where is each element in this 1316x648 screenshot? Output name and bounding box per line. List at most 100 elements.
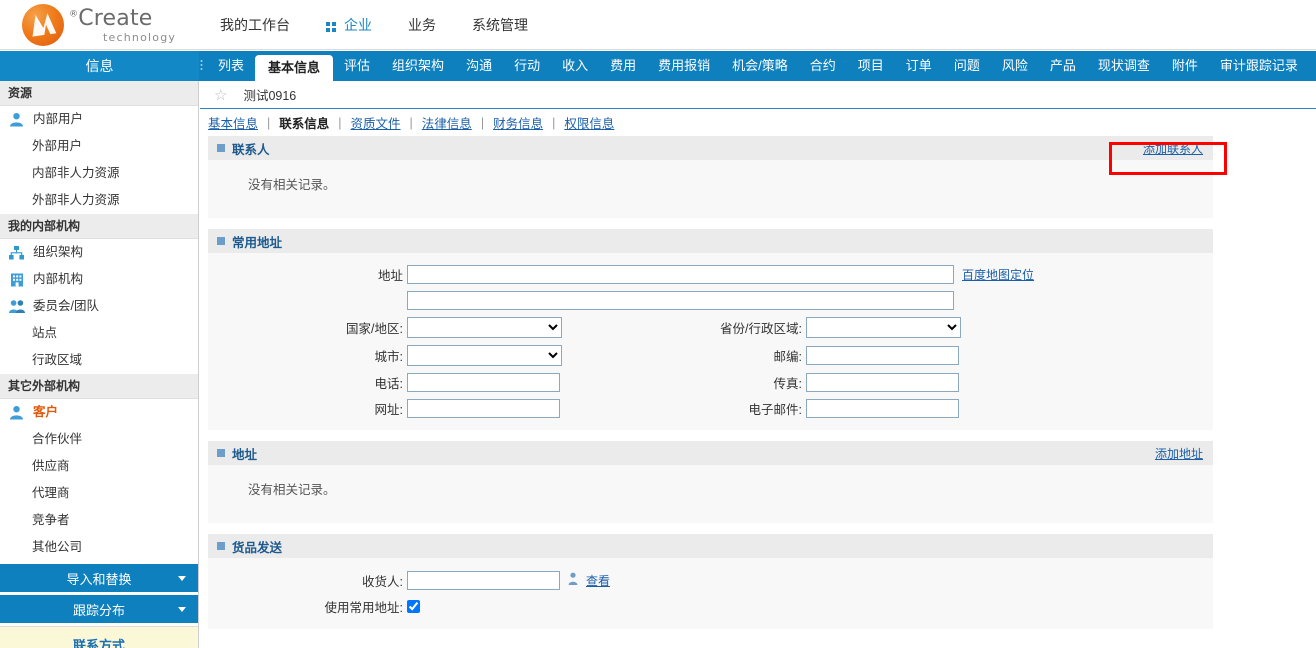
sidebar-item-0-2[interactable]: 内部非人力资源 [0,160,198,187]
module-tab-18[interactable]: 审计跟踪记录 [1209,51,1309,81]
sidebar-footer-partial[interactable]: 联系方式 [0,626,198,648]
module-tab-label: 项目 [857,58,884,73]
use-common-address-checkbox[interactable] [407,600,420,613]
module-tab-8[interactable]: 费用报销 [647,51,721,81]
module-tab-5[interactable]: 行动 [503,51,551,81]
sidebar-item-2-1[interactable]: 合作伙伴 [0,426,198,453]
module-tab-label: 产品 [1049,58,1076,73]
sidebar-item-1-4[interactable]: 行政区域 [0,347,198,374]
contacts-panel-header: 联系人 添加联系人 [208,136,1213,160]
sidebar-item-label: 组织架构 [33,245,84,259]
sidebar-item-2-0[interactable]: 客户 [0,399,198,426]
module-tab-1[interactable]: 基本信息 [255,55,334,81]
star-icon[interactable]: ☆ [214,86,227,104]
module-tab-2[interactable]: 评估 [333,51,381,81]
subtab-label: 财务信息 [493,117,544,131]
country-select[interactable] [407,317,562,338]
sidebar-item-2-4[interactable]: 竞争者 [0,507,198,534]
phone-label: 电话: [374,377,403,391]
sidebar-item-2-2[interactable]: 供应商 [0,453,198,480]
left-sidebar: 资源 内部用户 外部用户 内部非人力资源 外部非人力资源 我的内部机构 组织架构 内部机构 委员… [0,81,199,648]
recipient-input[interactable] [407,571,560,590]
person-picker-icon[interactable] [568,572,578,589]
view-recipient-link[interactable]: 查看 [586,572,610,589]
sidebar-item-0-1[interactable]: 外部用户 [0,133,198,160]
zip-input[interactable] [806,346,959,365]
module-tab-7[interactable]: 费用 [599,51,647,81]
add-address-link[interactable]: 添加地址 [1155,445,1203,462]
module-tab-14[interactable]: 风险 [991,51,1039,81]
sidebar-button-0[interactable]: 导入和替换 [0,564,198,592]
sidebar-group-2: 其它外部机构 [0,374,198,399]
module-tab-label: 机会/策略 [732,58,788,73]
module-tab-bar: 信息 列表 基本信息 评估 组织架构 沟通 行动 收入 费用 费用报销 机会/策略 合约 项目 订单 问题… [0,51,1316,81]
panel-bullet-icon [217,237,225,245]
subtab-4[interactable]: 财务信息 [493,113,543,132]
module-tab-3[interactable]: 组织架构 [381,51,455,81]
module-tab-10[interactable]: 合约 [799,51,847,81]
chevron-down-icon [178,576,186,581]
phone-fax-row: 电话: 传真: [208,373,1213,392]
module-tab-13[interactable]: 问题 [943,51,991,81]
fax-input[interactable] [806,373,959,392]
website-input[interactable] [407,399,560,418]
recipient-row: 收货人: 查看 [208,571,1213,590]
module-tab-label: 评估 [344,58,371,73]
address-line2-input[interactable] [407,291,954,310]
module-tab-16[interactable]: 现状调查 [1087,51,1161,81]
page-title: 测试0916 [243,89,297,103]
sidebar-item-1-2[interactable]: 委员会/团队 [0,293,198,320]
subtab-1[interactable]: 联系信息 [279,113,329,132]
zip-label: 邮编: [773,350,802,364]
city-zip-row: 城市: 邮编: [208,345,1213,366]
module-tab-15[interactable]: 产品 [1039,51,1087,81]
sidebar-item-2-5[interactable]: 其他公司 [0,534,198,561]
module-tab-17[interactable]: 附件 [1161,51,1209,81]
nav-item-system-admin[interactable]: 系统管理 [472,15,528,35]
module-tab-6[interactable]: 收入 [551,51,599,81]
shipping-panel-title: 货品发送 [232,540,283,555]
logo-mark-icon [22,4,64,46]
logo-registered-mark: ® [69,9,79,20]
panel-resize-grip[interactable] [200,59,205,73]
module-tab-11[interactable]: 项目 [847,51,895,81]
module-tab-4[interactable]: 沟通 [455,51,503,81]
address-input[interactable] [407,265,954,284]
province-select[interactable] [806,317,961,338]
logo-swoosh-icon [32,13,57,37]
top-header-bar: ®Create technology 我的工作台 企业 业务 系统管理 [0,0,1316,50]
contacts-panel-body: 没有相关记录。 [208,160,1213,218]
address-panel: 地址 添加地址 没有相关记录。 [208,441,1213,523]
contacts-panel: 联系人 添加联系人 没有相关记录。 [208,136,1213,218]
module-tab-0[interactable]: 列表 [207,51,255,81]
sub-tab-navigation: 基本信息 | 联系信息 | 资质文件 | 法律信息 | 财务信息 | 权限信息 [200,109,1316,136]
subtab-5[interactable]: 权限信息 [564,113,614,132]
sidebar-button-1[interactable]: 跟踪分布 [0,595,198,623]
phone-input[interactable] [407,373,560,392]
sidebar-item-2-3[interactable]: 代理商 [0,480,198,507]
module-tab-9[interactable]: 机会/策略 [721,51,799,81]
sidebar-item-0-0[interactable]: 内部用户 [0,106,198,133]
sidebar-item-1-3[interactable]: 站点 [0,320,198,347]
baidu-map-locate-link[interactable]: 百度地图定位 [962,266,1034,283]
nav-item-business[interactable]: 业务 [408,15,436,35]
nav-item-workbench[interactable]: 我的工作台 [220,15,290,35]
subtab-label: 基本信息 [208,117,259,131]
subtab-0[interactable]: 基本信息 [208,113,258,132]
email-label: 电子邮件: [748,403,802,417]
module-tab-12[interactable]: 订单 [895,51,943,81]
subtab-3[interactable]: 法律信息 [422,113,472,132]
city-select[interactable] [407,345,562,366]
sidebar-item-label: 委员会/团队 [33,299,99,313]
subtab-2[interactable]: 资质文件 [351,113,401,132]
app-logo[interactable]: ®Create technology [22,4,176,46]
subtab-label: 联系信息 [279,117,330,131]
address-empty-message: 没有相关记录。 [248,483,336,497]
sidebar-item-1-0[interactable]: 组织架构 [0,239,198,266]
sidebar-item-0-3[interactable]: 外部非人力资源 [0,187,198,214]
nav-item-enterprise[interactable]: 企业 [326,15,372,35]
sidebar-item-1-1[interactable]: 内部机构 [0,266,198,293]
add-contact-link[interactable]: 添加联系人 [1143,140,1203,157]
email-input[interactable] [806,399,959,418]
sidebar-footer-partial-label: 联系方式 [72,638,125,648]
